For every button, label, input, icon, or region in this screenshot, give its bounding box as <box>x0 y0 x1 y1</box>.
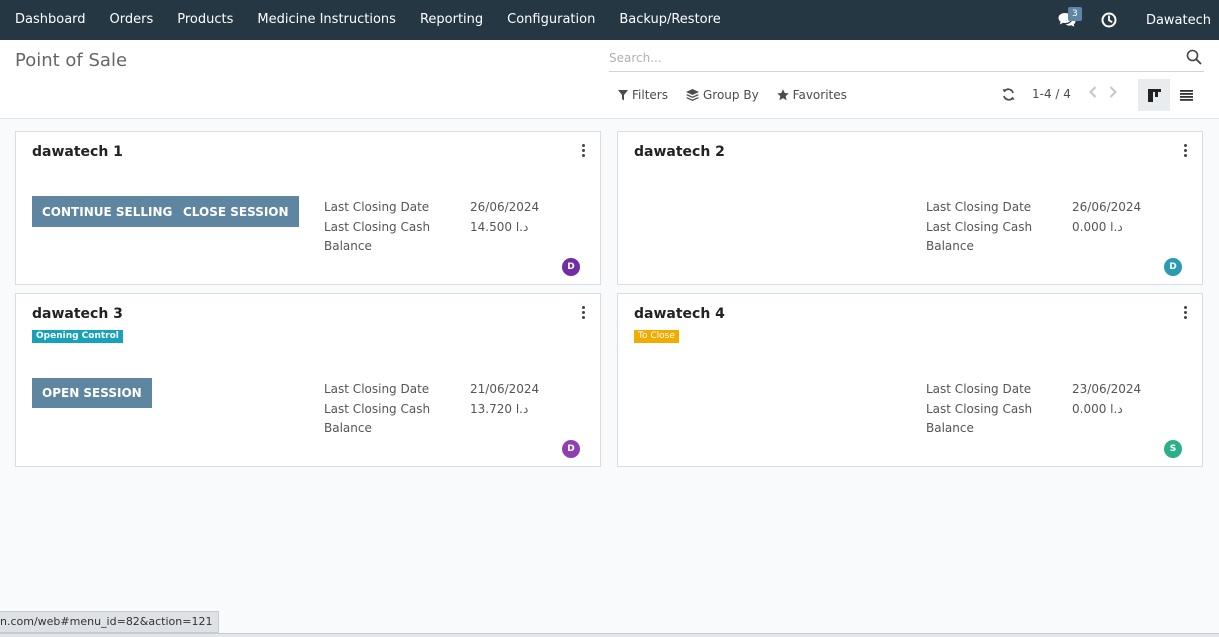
search-bar <box>609 47 1204 72</box>
menu-item-backup-restore[interactable]: Backup/Restore <box>607 0 732 40</box>
activity-button[interactable] <box>1092 0 1126 40</box>
kanban-view-button[interactable] <box>1138 79 1170 111</box>
pager-next-button[interactable] <box>1103 86 1123 102</box>
menu-item-products[interactable]: Products <box>165 0 245 40</box>
balance-label: Balance <box>926 239 974 253</box>
pos-card-dawatech-4: dawatech 4 To Close Last Closing Date 23/… <box>617 293 1203 467</box>
last-closing-date-label: Last Closing Date <box>926 382 1032 396</box>
pos-name[interactable]: dawatech 3 <box>32 306 123 322</box>
control-panel: Point of Sale Filters Group By <box>0 40 1219 119</box>
last-closing-cash-value: 0.000 د.ا <box>1072 401 1123 416</box>
menu-item-configuration[interactable]: Configuration <box>495 0 607 40</box>
continue-selling-button[interactable]: CONTINUE SELLING <box>32 196 183 227</box>
refresh-icon <box>1002 87 1014 101</box>
last-closing-date-label: Last Closing Date <box>324 382 430 396</box>
kebab-dot <box>1183 149 1187 152</box>
last-closing-cash-label: Last Closing Cash <box>324 401 431 416</box>
kebab-dot <box>1183 306 1187 309</box>
messaging-button[interactable]: 3 <box>1047 0 1087 40</box>
clock-icon <box>1101 12 1117 28</box>
layers-icon <box>685 89 699 101</box>
last-closing-cash-label: Last Closing Cash <box>926 401 1033 416</box>
last-closing-cash-value: 13.720 د.ا <box>470 401 529 416</box>
balance-label: Balance <box>324 421 372 435</box>
filters-button[interactable]: Filters <box>618 88 668 102</box>
kebab-dot <box>581 149 585 152</box>
open-session-button[interactable]: OPEN SESSION <box>32 378 152 408</box>
favorites-label: Favorites <box>792 88 847 102</box>
kebab-dot <box>581 154 585 157</box>
card-menu-button[interactable] <box>580 306 586 320</box>
pos-card-dawatech-3: dawatech 3 Opening Control OPEN SESSION … <box>15 293 601 467</box>
chevron-right-icon <box>1109 86 1117 98</box>
avatar[interactable]: D <box>562 440 580 458</box>
last-closing-date-value: 26/06/2024 <box>470 200 540 214</box>
to-close-badge: To Close <box>634 330 679 343</box>
last-closing-date-value: 23/06/2024 <box>1072 382 1142 396</box>
search-input[interactable] <box>609 47 1169 69</box>
kebab-dot <box>581 144 585 147</box>
search-icon[interactable] <box>1186 49 1202 65</box>
message-count-badge: 3 <box>1067 7 1082 21</box>
last-closing-date-value: 21/06/2024 <box>470 382 540 396</box>
menu-item-dashboard[interactable]: Dashboard <box>3 0 98 40</box>
card-menu-button[interactable] <box>580 144 586 158</box>
opening-control-badge: Opening Control <box>32 330 123 343</box>
pos-card-dawatech-2: dawatech 2 Last Closing Date 26/06/2024 L… <box>617 131 1203 285</box>
pager: 1-4 / 4 <box>1000 86 1123 102</box>
avatar[interactable]: S <box>1164 440 1182 458</box>
kebab-dot <box>1183 311 1187 314</box>
last-closing-cash-value: 0.000 د.ا <box>1072 219 1123 234</box>
kebab-dot <box>1183 154 1187 157</box>
pos-name[interactable]: dawatech 2 <box>634 144 725 160</box>
navbar-systray: 3 Dawatech <box>1047 0 1219 40</box>
star-icon <box>776 89 789 101</box>
filter-icon <box>618 89 628 100</box>
favorites-button[interactable]: Favorites <box>776 88 847 102</box>
avatar[interactable]: D <box>1164 258 1182 276</box>
balance-label: Balance <box>926 421 974 435</box>
last-closing-cash-label: Last Closing Cash <box>324 219 431 234</box>
last-closing-date-label: Last Closing Date <box>324 200 430 214</box>
menu-item-orders[interactable]: Orders <box>98 0 166 40</box>
kebab-dot <box>581 311 585 314</box>
last-closing-date-value: 26/06/2024 <box>1072 200 1142 214</box>
group-by-button[interactable]: Group By <box>685 88 759 102</box>
kebab-dot <box>1183 316 1187 319</box>
pos-name[interactable]: dawatech 4 <box>634 306 725 322</box>
menu-item-reporting[interactable]: Reporting <box>408 0 495 40</box>
close-session-button[interactable]: CLOSE SESSION <box>173 196 299 227</box>
browser-status-url: n.com/web#menu_id=82&action=121 <box>0 611 220 633</box>
filters-label: Filters <box>632 88 668 102</box>
last-closing-cash-value: 14.500 د.ا <box>470 219 529 234</box>
search-options: Filters Group By Favorites <box>618 88 865 102</box>
avatar[interactable]: D <box>562 258 580 276</box>
top-navbar: Dashboard Orders Products Medicine Instr… <box>0 0 1219 40</box>
last-closing-cash-label: Last Closing Cash <box>926 219 1033 234</box>
view-switcher <box>1138 79 1202 111</box>
user-menu[interactable]: Dawatech <box>1146 13 1219 28</box>
group-by-label: Group By <box>702 88 759 102</box>
chevron-left-icon <box>1088 86 1097 98</box>
card-menu-button[interactable] <box>1182 144 1188 158</box>
menu-item-medicine-instructions[interactable]: Medicine Instructions <box>245 0 408 40</box>
card-menu-button[interactable] <box>1182 306 1188 320</box>
last-closing-date-label: Last Closing Date <box>926 200 1032 214</box>
balance-label: Balance <box>324 239 372 253</box>
main-menu: Dashboard Orders Products Medicine Instr… <box>0 0 733 40</box>
page-title: Point of Sale <box>15 50 128 71</box>
kebab-dot <box>1183 144 1187 147</box>
kanban-icon <box>1147 88 1161 102</box>
kebab-dot <box>581 306 585 309</box>
kebab-dot <box>581 316 585 319</box>
list-view-button[interactable] <box>1170 79 1202 111</box>
bottom-divider <box>0 633 1219 637</box>
list-icon <box>1179 89 1193 101</box>
pager-previous-button[interactable] <box>1083 86 1103 102</box>
pos-card-dawatech-1: dawatech 1 CONTINUE SELLING CLOSE SESSIO… <box>15 131 601 285</box>
pager-value[interactable]: 1-4 / 4 <box>1032 87 1071 101</box>
refresh-button[interactable] <box>1000 86 1016 102</box>
pos-name[interactable]: dawatech 1 <box>32 144 123 160</box>
